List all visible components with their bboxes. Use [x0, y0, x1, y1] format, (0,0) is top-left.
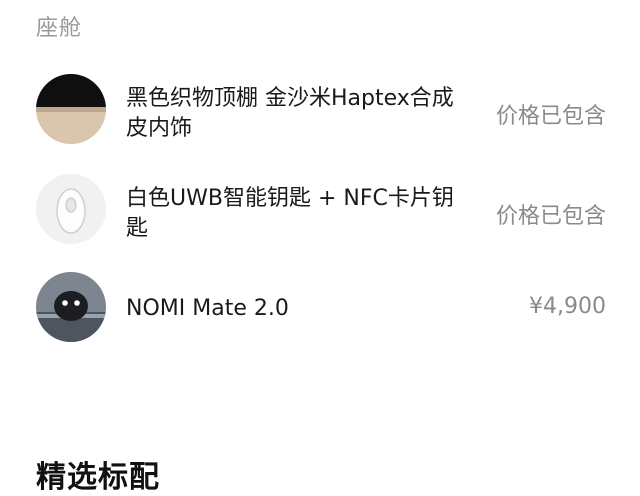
featured-section-title: 精选标配	[36, 460, 160, 495]
item-name: NOMI Mate 2.0	[126, 296, 289, 321]
list-item[interactable]: NOMI Mate 2.0 ¥4,900	[36, 272, 606, 344]
list-item[interactable]: 黑色织物顶棚 金沙米Haptex合成皮内饰 价格已包含	[36, 74, 606, 146]
smart-key-icon	[36, 174, 106, 244]
headliner-swatch-icon	[36, 74, 106, 144]
cabin-section-label: 座舱	[36, 16, 83, 41]
item-price: ¥4,900	[529, 294, 606, 319]
list-item[interactable]: 白色UWB智能钥匙 + NFC卡片钥匙 价格已包含	[36, 174, 606, 246]
item-price: 价格已包含	[495, 104, 606, 129]
item-name: 黑色织物顶棚 金沙米Haptex合成皮内饰	[126, 86, 454, 141]
nomi-robot-icon	[36, 272, 106, 342]
item-price: 价格已包含	[495, 204, 606, 229]
item-name: 白色UWB智能钥匙 + NFC卡片钥匙	[126, 186, 454, 241]
